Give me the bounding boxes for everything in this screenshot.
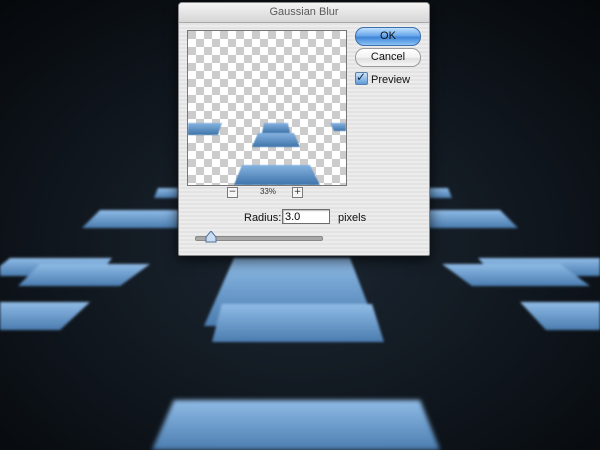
radius-slider-thumb[interactable] bbox=[205, 231, 217, 243]
preview-tile-center bbox=[252, 133, 300, 147]
radius-row: Radius: 3.0 pixels bbox=[179, 209, 429, 229]
tile-right-back bbox=[428, 188, 452, 198]
radius-input[interactable]: 3.0 bbox=[282, 209, 330, 224]
tile-center-lower bbox=[212, 304, 384, 342]
cancel-button[interactable]: Cancel bbox=[355, 48, 421, 67]
zoom-out-button[interactable]: − bbox=[227, 187, 238, 198]
preview-tile-bottom bbox=[234, 165, 320, 185]
zoom-in-button[interactable]: + bbox=[292, 187, 303, 198]
tile-left-back bbox=[154, 188, 178, 198]
ok-button[interactable]: OK bbox=[355, 27, 421, 46]
radius-label: Radius: bbox=[244, 212, 282, 224]
tile-center-foreground bbox=[152, 400, 440, 450]
preview-tile-left bbox=[188, 123, 222, 135]
radius-unit-label: pixels bbox=[338, 212, 367, 224]
preview-tile-center-top bbox=[262, 123, 290, 133]
zoom-controls: − 33% + bbox=[225, 187, 305, 199]
transparency-checkerboard bbox=[188, 31, 346, 185]
preview-label: Preview bbox=[371, 74, 411, 86]
gaussian-blur-dialog: Gaussian Blur − 33% + OK Cancel ✓ Previe… bbox=[178, 2, 430, 256]
preview-checkbox-row[interactable]: ✓ Preview bbox=[355, 70, 411, 86]
checkmark-icon: ✓ bbox=[356, 70, 367, 84]
dialog-title: Gaussian Blur bbox=[179, 3, 429, 23]
preview-pane[interactable] bbox=[187, 30, 347, 186]
zoom-level: 33% bbox=[259, 187, 276, 196]
preview-checkbox[interactable]: ✓ bbox=[355, 70, 368, 85]
preview-image bbox=[188, 31, 346, 185]
